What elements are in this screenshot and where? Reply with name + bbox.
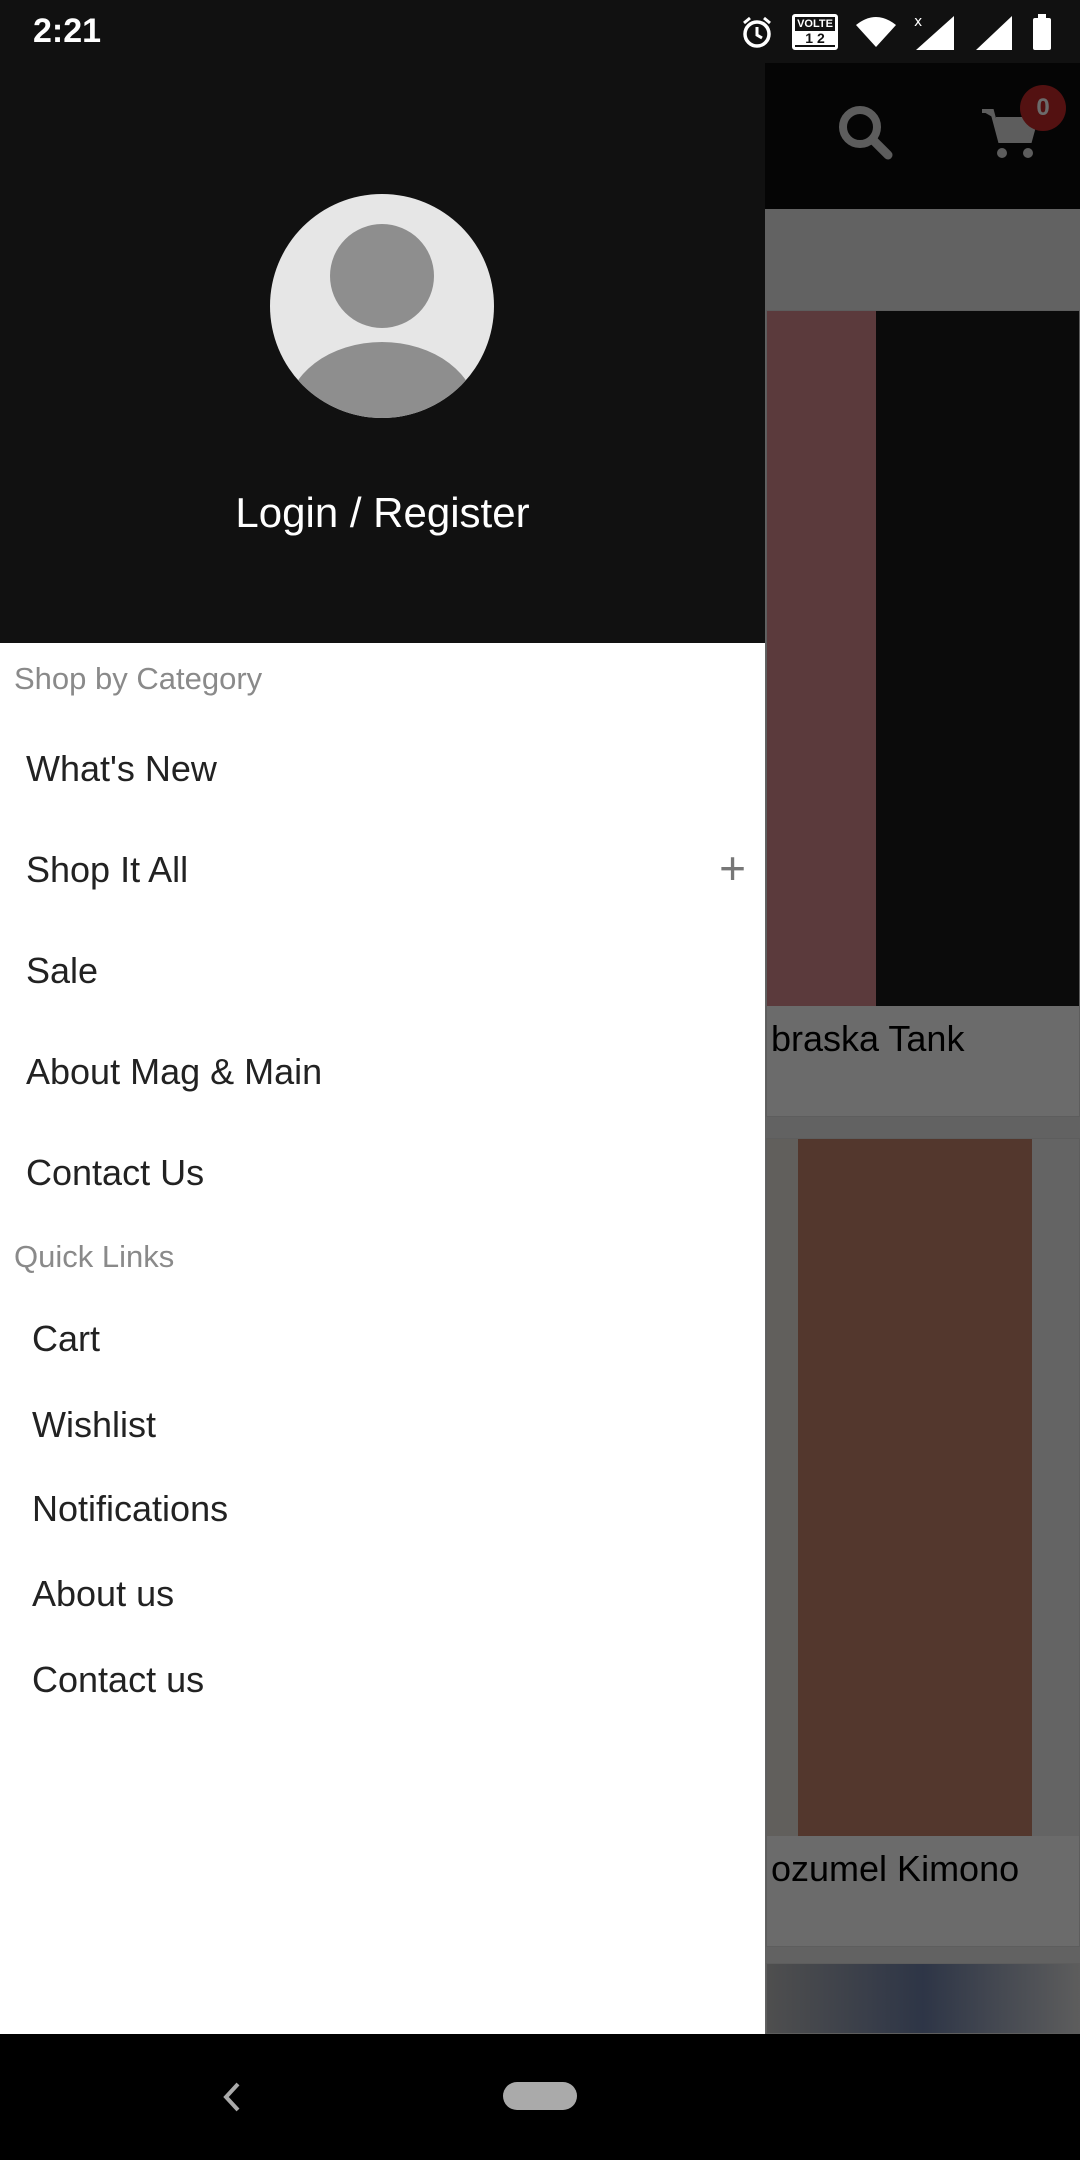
product-card[interactable]: [766, 1963, 1080, 2034]
product-card[interactable]: ozumel Kimono: [766, 1138, 1080, 1947]
product-title: ozumel Kimono: [771, 1848, 1020, 1889]
product-title: braska Tank: [771, 1018, 965, 1059]
drawer-header: Login / Register: [0, 63, 765, 643]
menu-item-about-mag-main[interactable]: About Mag & Main: [26, 1051, 746, 1093]
quick-link-wishlist[interactable]: Wishlist: [32, 1404, 156, 1446]
quick-link-contact-us[interactable]: Contact us: [32, 1659, 204, 1701]
product-image: [767, 1139, 1079, 1836]
menu-item-contact-us[interactable]: Contact Us: [26, 1152, 746, 1194]
alarm-icon: [743, 16, 771, 48]
quick-link-notifications[interactable]: Notifications: [32, 1488, 228, 1530]
signal-icon: [976, 16, 1012, 50]
search-icon[interactable]: [836, 103, 896, 163]
battery-icon: [1033, 14, 1051, 50]
home-pill-button[interactable]: [503, 2082, 577, 2110]
quick-link-cart[interactable]: Cart: [32, 1318, 100, 1360]
wifi-icon: [856, 17, 896, 47]
section-header-shop-by-category: Shop by Category: [14, 661, 263, 696]
product-image: [767, 311, 1079, 1006]
status-time: 2:21: [33, 12, 102, 50]
navigation-drawer: Login / Register Shop by Category What's…: [0, 63, 765, 2034]
volte-label: VOLTE: [797, 18, 833, 30]
menu-item-shop-it-all[interactable]: Shop It All +: [26, 842, 746, 894]
system-navigation-bar: [0, 2034, 1080, 2160]
status-bar: 2:21 VOLTE 1 2 x: [0, 0, 1080, 63]
back-icon[interactable]: [220, 2080, 244, 2114]
quick-link-about-us[interactable]: About us: [32, 1573, 174, 1615]
expand-plus-icon[interactable]: +: [719, 841, 746, 895]
menu-item-whats-new[interactable]: What's New: [26, 748, 746, 790]
volte-icon: VOLTE 1 2: [792, 14, 838, 50]
menu-item-sale[interactable]: Sale: [26, 950, 746, 992]
login-register-link[interactable]: Login / Register: [0, 489, 765, 537]
sim-label: 1 2: [795, 31, 835, 45]
signal-icon: x: [914, 14, 954, 50]
section-header-quick-links: Quick Links: [14, 1239, 175, 1274]
menu-item-label: Shop It All: [26, 849, 189, 890]
user-icon: [287, 224, 477, 418]
avatar[interactable]: [270, 194, 494, 418]
svg-text:x: x: [914, 14, 922, 30]
cart-count-badge: 0: [1020, 85, 1066, 131]
product-card[interactable]: braska Tank: [766, 310, 1080, 1117]
